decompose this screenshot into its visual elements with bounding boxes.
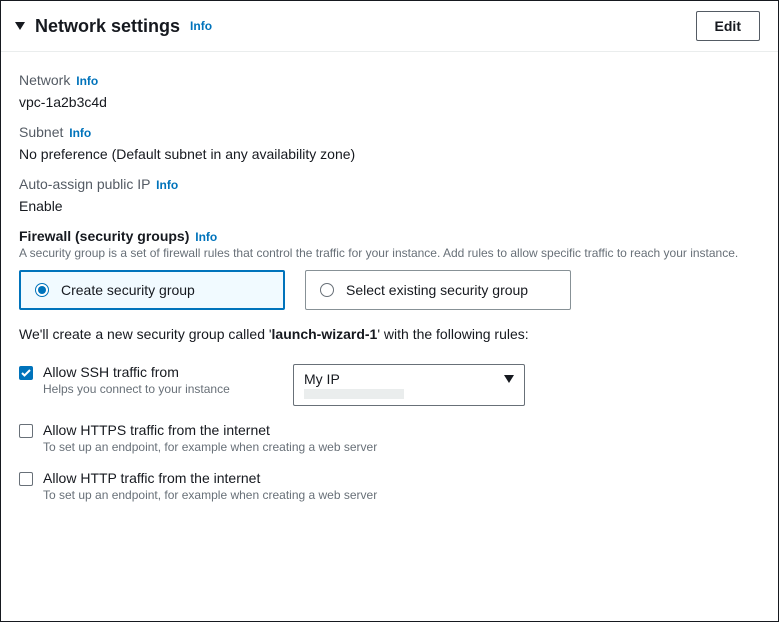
security-group-sentence: We'll create a new security group called… [19,326,760,342]
radio-icon [320,283,334,297]
rule-https: Allow HTTPS traffic from the internet To… [19,422,760,454]
section-title: Network settings [35,16,180,37]
ssh-source-value: My IP [304,371,504,387]
rule-http-label: Allow HTTP traffic from the internet [43,470,377,486]
radio-select-security-group[interactable]: Select existing security group [305,270,571,310]
checkbox-ssh[interactable] [19,366,33,380]
edit-button[interactable]: Edit [696,11,760,41]
rule-https-sub: To set up an endpoint, for example when … [43,440,377,454]
rule-ssh-sub: Helps you connect to your instance [43,382,273,396]
network-settings-panel: Network settings Info Edit Network Info … [0,0,779,622]
info-link-header[interactable]: Info [190,19,212,33]
security-group-radio-group: Create security group Select existing se… [19,270,760,310]
panel-header: Network settings Info Edit [1,1,778,52]
radio-select-label: Select existing security group [346,282,528,298]
public-ip-label: Auto-assign public IP [19,176,150,192]
info-link-public-ip[interactable]: Info [156,178,178,192]
rule-ssh-label: Allow SSH traffic from [43,364,273,380]
info-link-firewall[interactable]: Info [195,230,217,244]
radio-create-security-group[interactable]: Create security group [19,270,285,310]
network-label: Network [19,72,70,88]
radio-icon [35,283,49,297]
field-public-ip: Auto-assign public IP Info Enable [19,176,760,214]
rule-ssh: Allow SSH traffic from Helps you connect… [19,364,760,406]
rule-http-sub: To set up an endpoint, for example when … [43,488,377,502]
ssh-source-ip-placeholder [304,389,404,399]
firewall-label: Firewall (security groups) [19,228,189,244]
field-network: Network Info vpc-1a2b3c4d [19,72,760,110]
ssh-source-dropdown[interactable]: My IP [293,364,525,406]
checkbox-https[interactable] [19,424,33,438]
rule-http: Allow HTTP traffic from the internet To … [19,470,760,502]
field-firewall: Firewall (security groups) Info A securi… [19,228,760,502]
network-value: vpc-1a2b3c4d [19,94,760,110]
rule-https-label: Allow HTTPS traffic from the internet [43,422,377,438]
collapse-icon[interactable] [11,22,29,30]
checkbox-http[interactable] [19,472,33,486]
subnet-label: Subnet [19,124,63,140]
subnet-value: No preference (Default subnet in any ava… [19,146,760,162]
chevron-down-icon [504,375,514,383]
info-link-subnet[interactable]: Info [69,126,91,140]
public-ip-value: Enable [19,198,760,214]
firewall-help: A security group is a set of firewall ru… [19,246,760,260]
field-subnet: Subnet Info No preference (Default subne… [19,124,760,162]
info-link-network[interactable]: Info [76,74,98,88]
security-group-name: launch-wizard-1 [272,326,378,342]
radio-create-label: Create security group [61,282,195,298]
panel-body: Network Info vpc-1a2b3c4d Subnet Info No… [1,52,778,520]
